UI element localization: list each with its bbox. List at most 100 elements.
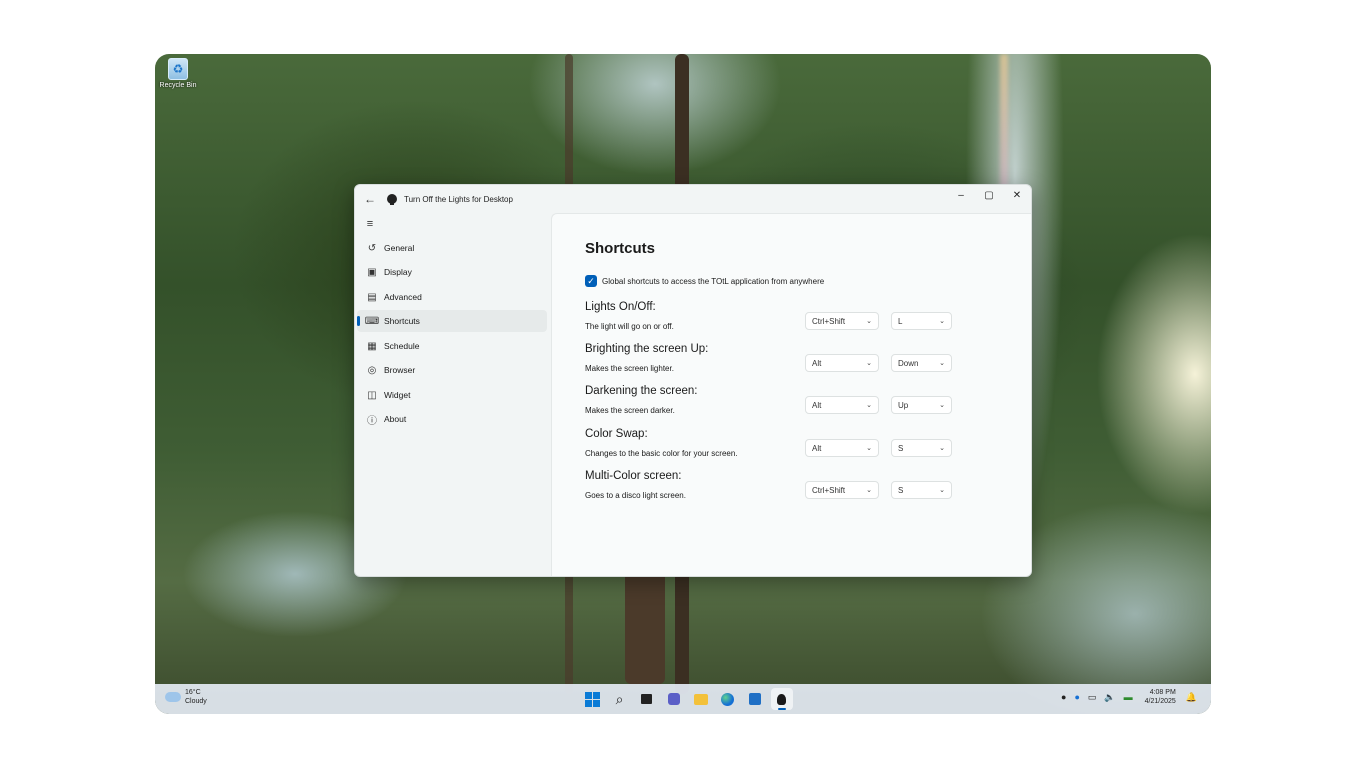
arrow-left-icon: ← [364,192,376,206]
sidebar-item-general[interactable]: ↺ General [357,237,547,259]
chevron-down-icon: ⌄ [939,402,945,409]
minimize-button[interactable]: – [947,185,975,205]
sidebar-item-label: Display [384,267,412,277]
edge-icon[interactable]: ● [1074,692,1079,702]
close-button[interactable]: ✕ [1003,185,1031,205]
shortcut-name: Multi-Color screen: [585,470,682,482]
app-window: ← Turn Off the Lights for Desktop – ▢ ✕ … [354,184,1032,577]
store-button[interactable] [744,688,766,710]
modifier-dropdown[interactable]: Alt ⌄ [805,439,879,457]
sidebar-item-advanced[interactable]: ▤ Advanced [357,286,547,308]
advanced-icon: ▤ [367,291,377,303]
dropdown-value: S [898,443,904,453]
taskbar: 16°C Cloudy ⌕ ● ● ▭ 🔈 ▬ 4:08 PM 4/21/202… [155,684,1211,714]
sidebar-item-browser[interactable]: ◎ Browser [357,359,547,381]
store-icon [748,693,761,705]
recycle-bin-icon: ♻ [168,58,188,80]
taskbar-apps: ⌕ [579,688,795,710]
sidebar-item-label: Advanced [384,292,422,302]
weather-condition: Cloudy [185,698,207,705]
hamburger-menu-button[interactable]: ≡ [363,217,377,231]
task-view-icon [641,694,652,704]
modifier-dropdown[interactable]: Ctrl+Shift ⌄ [805,312,879,330]
shortcut-name: Darkening the screen: [585,385,698,397]
modifier-dropdown[interactable]: Ctrl+Shift ⌄ [805,481,879,499]
recycle-bin-shortcut[interactable]: ♻ Recycle Bin [155,56,201,89]
clock[interactable]: 4:08 PM 4/21/2025 [1145,688,1176,706]
edge-icon [721,692,734,706]
globe-icon: ◎ [367,364,377,376]
modifier-dropdown[interactable]: Alt ⌄ [805,396,879,414]
volume-icon[interactable]: 🔈 [1104,692,1115,703]
clock-time: 4:08 PM [1149,689,1176,696]
checkmark-icon: ✓ [587,276,595,286]
history-icon: ↺ [367,242,377,254]
back-button[interactable]: ← [355,192,385,206]
modifier-dropdown[interactable]: Alt ⌄ [805,354,879,372]
sidebar-item-widget[interactable]: ◫ Widget [357,384,547,406]
system-tray: ● ● ▭ 🔈 ▬ 4:08 PM 4/21/2025 🔔 [1057,688,1201,706]
sidebar-item-display[interactable]: ▣ Display [357,261,547,283]
shortcut-row-multi-color: Multi-Color screen: Goes to a disco ligh… [585,470,1025,510]
widget-icon: ◫ [367,389,377,401]
teams-button[interactable] [663,688,685,710]
sidebar-item-label: About [384,414,407,424]
page-title: Shortcuts [585,240,656,257]
start-button[interactable] [582,688,604,710]
dropdown-value: Ctrl+Shift [812,485,846,495]
search-icon: ⌕ [615,690,624,707]
chevron-down-icon: ⌄ [866,445,872,452]
dropdown-value: L [898,316,903,326]
shortcut-name: Color Swap: [585,428,648,440]
folder-icon [693,693,708,705]
main-content: Shortcuts ✓ Global shortcuts to access t… [551,213,1031,576]
light-bulb-icon[interactable]: ● [1061,692,1066,702]
key-dropdown[interactable]: Down ⌄ [891,354,952,372]
cloud-icon [165,692,181,702]
recycle-bin-label: Recycle Bin [159,82,197,89]
sidebar-item-label: General [384,243,415,253]
maximize-icon: ▢ [984,189,994,201]
notification-bell-icon[interactable]: 🔔 [1186,692,1197,703]
shortcut-row-darken: Darkening the screen: Makes the screen d… [585,385,1025,425]
sidebar-item-about[interactable]: ⓘ About [357,408,547,430]
maximize-button[interactable]: ▢ [975,185,1003,205]
weather-temp: 16°C [185,689,201,696]
network-icon[interactable]: ▭ [1088,692,1097,703]
key-dropdown[interactable]: S ⌄ [891,439,952,457]
shortcut-row-color-swap: Color Swap: Changes to the basic color f… [585,428,1025,468]
global-shortcuts-option: ✓ Global shortcuts to access the TOtL ap… [585,275,824,287]
key-dropdown[interactable]: S ⌄ [891,481,952,499]
task-view-button[interactable] [636,688,658,710]
close-icon: ✕ [1012,189,1022,201]
chevron-down-icon: ⌄ [939,318,945,325]
shortcut-name: Brighting the screen Up: [585,343,709,355]
sidebar-item-shortcuts[interactable]: ⌨ Shortcuts [357,310,547,332]
sidebar-item-label: Shortcuts [384,316,420,326]
dropdown-value: Ctrl+Shift [812,316,846,326]
shortcut-name: Lights On/Off: [585,301,656,313]
key-dropdown[interactable]: Up ⌄ [891,396,952,414]
dropdown-value: Up [898,400,909,410]
shortcut-description: Changes to the basic color for your scre… [585,449,738,458]
clock-date: 4/21/2025 [1144,698,1176,705]
global-shortcuts-checkbox[interactable]: ✓ [585,275,597,287]
chevron-down-icon: ⌄ [866,487,872,494]
file-explorer-button[interactable] [690,688,712,710]
display-icon: ▣ [367,266,377,278]
title-bar: ← Turn Off the Lights for Desktop [355,185,1031,213]
totl-app-button[interactable] [770,688,793,710]
dropdown-value: Down [898,358,919,368]
sidebar-item-schedule[interactable]: ▦ Schedule [357,335,547,357]
dropdown-value: Alt [812,443,822,453]
chevron-down-icon: ⌄ [939,360,945,367]
key-dropdown[interactable]: L ⌄ [891,312,952,330]
search-button[interactable]: ⌕ [609,688,631,710]
minimize-icon: – [958,189,964,201]
battery-icon[interactable]: ▬ [1124,692,1133,702]
chevron-down-icon: ⌄ [866,402,872,409]
weather-widget[interactable]: 16°C Cloudy [165,688,207,706]
sidebar-item-label: Browser [384,365,416,375]
dropdown-value: S [898,485,904,495]
edge-button[interactable] [717,688,739,710]
